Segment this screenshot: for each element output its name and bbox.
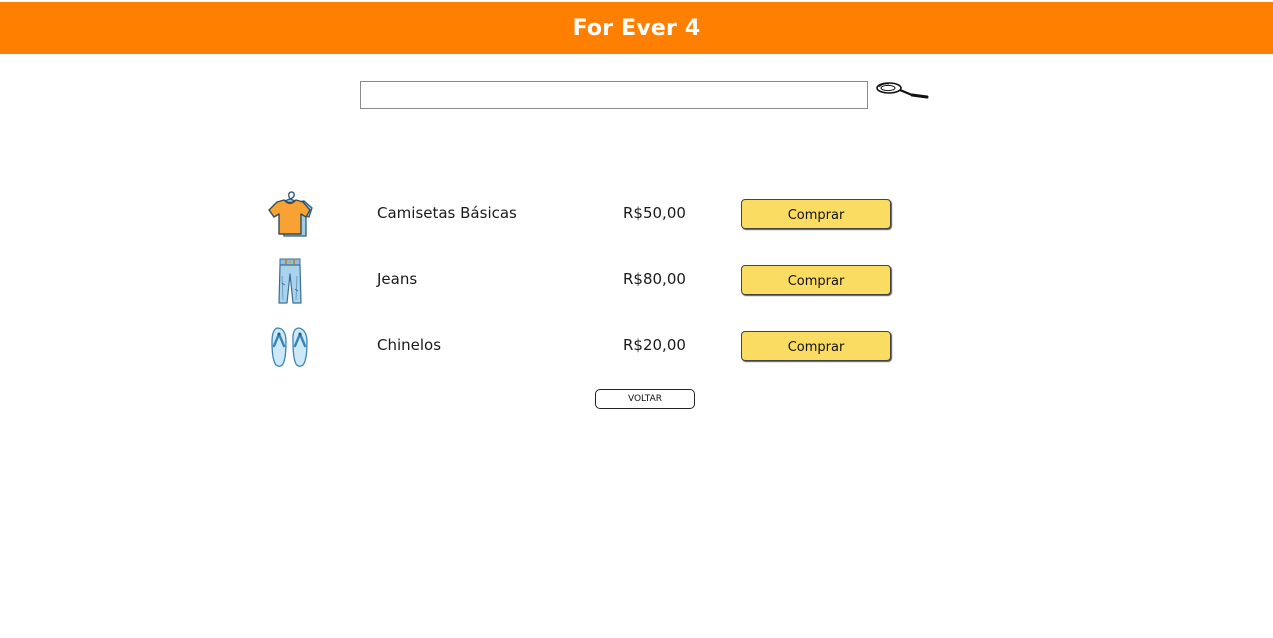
flip-flops-icon	[266, 322, 314, 374]
product-name: Chinelos	[377, 336, 442, 354]
buy-button[interactable]: Comprar	[741, 265, 891, 295]
product-price: R$50,00	[623, 204, 686, 222]
back-button[interactable]: VOLTAR	[595, 389, 695, 409]
search-input[interactable]	[360, 81, 868, 109]
product-name: Camisetas Básicas	[377, 204, 517, 222]
magnifying-glass-icon	[876, 82, 929, 99]
jeans-icon	[266, 256, 314, 308]
buy-button[interactable]: Comprar	[741, 199, 891, 229]
buy-button[interactable]: Comprar	[741, 331, 891, 361]
product-row: Chinelos R$20,00 Comprar	[260, 322, 900, 374]
product-row: Camisetas Básicas R$50,00 Comprar	[260, 190, 900, 242]
product-price: R$20,00	[623, 336, 686, 354]
tshirt-icon	[266, 190, 314, 242]
product-price: R$80,00	[623, 270, 686, 288]
product-row: Jeans R$80,00 Comprar	[260, 256, 900, 308]
page-header: For Ever 4	[0, 2, 1273, 54]
store-title: For Ever 4	[572, 15, 701, 41]
product-name: Jeans	[377, 270, 418, 288]
search-button[interactable]	[875, 80, 929, 100]
